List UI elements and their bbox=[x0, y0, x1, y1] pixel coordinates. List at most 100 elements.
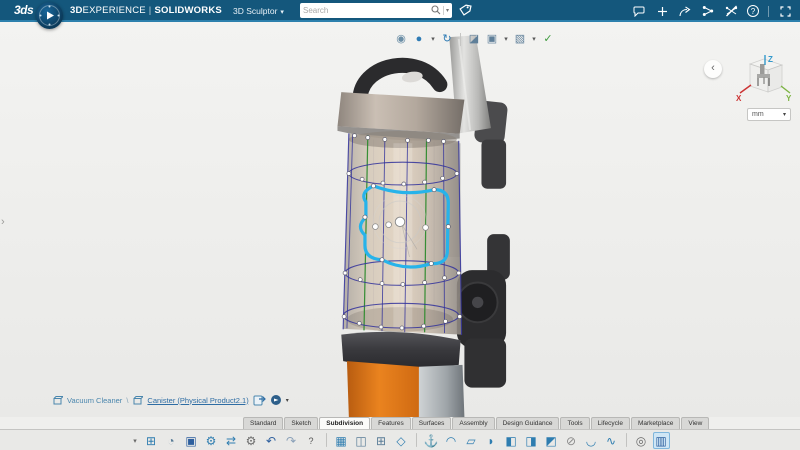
breadcrumb-caret-icon[interactable]: ▾ bbox=[286, 397, 289, 404]
share-icon[interactable] bbox=[678, 4, 692, 18]
tab-tools[interactable]: Tools bbox=[560, 417, 589, 429]
tab-assembly[interactable]: Assembly bbox=[452, 417, 494, 429]
tab-design-guidance[interactable]: Design Guidance bbox=[496, 417, 560, 429]
ribbon-tab-bar: StandardSketchSubdivisionFeaturesSurface… bbox=[0, 417, 800, 429]
fullscreen-icon[interactable] bbox=[778, 4, 792, 18]
panel-expand-handle[interactable]: › bbox=[1, 216, 5, 228]
orange-body[interactable] bbox=[347, 361, 419, 417]
brand-experience: EXPERIENCE bbox=[83, 5, 146, 16]
panel-collapse-button[interactable]: ‹ bbox=[704, 60, 722, 78]
y-axis-label: Y bbox=[786, 94, 792, 103]
tab-sketch[interactable]: Sketch bbox=[284, 417, 318, 429]
thicken-icon[interactable]: ◩ bbox=[543, 432, 560, 449]
compass-play-icon bbox=[47, 12, 54, 20]
view-triad[interactable]: X Y Z bbox=[735, 55, 793, 114]
undo-icon[interactable]: ↶ bbox=[263, 432, 280, 449]
3dexperience-compass[interactable] bbox=[36, 2, 63, 29]
manipulator-center-handle bbox=[395, 217, 404, 226]
help-icon[interactable]: ? bbox=[747, 5, 759, 17]
application-window: 3ds 3DEXPERIENCE|SOLIDWORKS 3D Sculptor▾… bbox=[0, 0, 800, 450]
model-canvas[interactable] bbox=[0, 22, 800, 417]
wheel-assembly[interactable] bbox=[457, 234, 510, 387]
product-cube-icon bbox=[52, 395, 63, 406]
silver-body[interactable] bbox=[419, 365, 464, 417]
network-icon[interactable] bbox=[701, 4, 715, 18]
z-axis-label: Z bbox=[768, 55, 773, 64]
breadcrumb-root[interactable]: Vacuum Cleaner bbox=[67, 396, 122, 405]
loft-surface-icon[interactable]: ◠ bbox=[443, 432, 460, 449]
add-icon[interactable] bbox=[655, 4, 669, 18]
3ds-logo[interactable]: 3ds bbox=[14, 3, 33, 17]
breadcrumb-active-node[interactable]: Canister (Physical Product2.1) bbox=[147, 396, 248, 405]
sweep-surface-icon[interactable]: ◨ bbox=[523, 432, 540, 449]
section-view-icon[interactable]: ◪ bbox=[466, 32, 482, 47]
extrude-surface-icon[interactable]: ◧ bbox=[503, 432, 520, 449]
tab-standard[interactable]: Standard bbox=[243, 417, 283, 429]
carry-handle[interactable] bbox=[360, 65, 440, 96]
primitive-icon[interactable]: ◎ bbox=[633, 432, 650, 449]
tab-surfaces[interactable]: Surfaces bbox=[412, 417, 452, 429]
product-cube-icon bbox=[132, 395, 143, 406]
chevron-down-icon: ▾ bbox=[783, 111, 786, 118]
bom-table-icon[interactable]: ▦ bbox=[333, 432, 350, 449]
toolbar-overflow-chevron[interactable]: ▾ bbox=[131, 432, 140, 449]
save-icon[interactable]: ▣ bbox=[183, 432, 200, 449]
app-name: 3D Sculptor bbox=[233, 6, 277, 16]
search-input[interactable] bbox=[303, 6, 431, 15]
context-caret[interactable]: ▾ bbox=[502, 32, 510, 47]
units-dropdown[interactable]: mm ▾ bbox=[747, 108, 791, 121]
validate-icon[interactable]: ✓ bbox=[540, 32, 556, 47]
disable-icon[interactable]: ⊘ bbox=[563, 432, 580, 449]
bend-surface-icon[interactable]: ◡ bbox=[583, 432, 600, 449]
tab-subdivision[interactable]: Subdivision bbox=[319, 417, 370, 429]
top-right-icons: ? bbox=[632, 0, 792, 22]
search-box: ▾ bbox=[300, 3, 452, 18]
planar-surface-icon[interactable]: ▱ bbox=[463, 432, 480, 449]
chat-icon[interactable] bbox=[632, 4, 646, 18]
x-axis bbox=[740, 85, 751, 93]
brand-product: SOLIDWORKS bbox=[154, 5, 221, 16]
twist-surface-icon[interactable]: ∿ bbox=[603, 432, 620, 449]
model-update-icon[interactable]: ↻ bbox=[439, 32, 455, 47]
chevron-down-icon: ▾ bbox=[280, 9, 284, 16]
settings-gear-icon[interactable]: ⚙ bbox=[243, 432, 260, 449]
canister-base[interactable] bbox=[341, 332, 464, 417]
view-mode-icon[interactable]: ▧ bbox=[512, 32, 528, 47]
shaded-render-icon[interactable]: ◉ bbox=[393, 32, 409, 47]
anchor-point-icon[interactable]: ⚓ bbox=[423, 432, 440, 449]
tab-features[interactable]: Features bbox=[371, 417, 411, 429]
search-divider bbox=[443, 6, 444, 15]
search-scope-chevron-icon[interactable]: ▾ bbox=[446, 7, 449, 14]
session-history-icon[interactable]: ◔ bbox=[163, 432, 180, 449]
powercopy-icon[interactable]: ◇ bbox=[393, 432, 410, 449]
fill-surface-icon[interactable]: ◗ bbox=[483, 432, 500, 449]
new-design-icon[interactable]: ⊞ bbox=[143, 432, 160, 449]
drone-off-icon[interactable] bbox=[724, 4, 738, 18]
3d-viewport[interactable]: ◉●▾↻◪▣▾▧▾✓ › ‹ X Y bbox=[0, 22, 800, 417]
help-icon[interactable]: ? bbox=[303, 432, 320, 449]
help-glyph: ? bbox=[751, 6, 755, 17]
view-mode-caret[interactable]: ▾ bbox=[530, 32, 538, 47]
top-bar: 3ds 3DEXPERIENCE|SOLIDWORKS 3D Sculptor▾… bbox=[0, 0, 800, 22]
search-icon[interactable] bbox=[431, 2, 441, 20]
topbar-divider bbox=[768, 6, 769, 17]
app-switcher[interactable]: 3D Sculptor▾ bbox=[233, 6, 284, 16]
edit-in-context-icon[interactable]: ▣ bbox=[484, 32, 500, 47]
redo-icon[interactable]: ↷ bbox=[283, 432, 300, 449]
share-status-icon[interactable] bbox=[253, 394, 266, 406]
tab-marketplace[interactable]: Marketplace bbox=[631, 417, 680, 429]
tab-lifecycle[interactable]: Lifecycle bbox=[591, 417, 630, 429]
brand-3d: 3D bbox=[70, 5, 83, 16]
display-style-caret[interactable]: ▾ bbox=[429, 32, 437, 47]
sync-options-icon[interactable]: ⚙ bbox=[203, 432, 220, 449]
grid-view-icon[interactable]: ⊞ bbox=[373, 432, 390, 449]
collab-compass-icon[interactable] bbox=[270, 394, 282, 406]
database-icon[interactable]: ◫ bbox=[353, 432, 370, 449]
import-export-icon[interactable]: ⇄ bbox=[223, 432, 240, 449]
brand-title: 3DEXPERIENCE|SOLIDWORKS bbox=[70, 5, 222, 16]
tag-icon[interactable] bbox=[459, 4, 472, 22]
tab-view[interactable]: View bbox=[681, 417, 709, 429]
display-style-icon[interactable]: ● bbox=[411, 32, 427, 47]
brand-divider: | bbox=[149, 5, 152, 16]
edit-cage-icon[interactable]: ▥ bbox=[653, 432, 670, 449]
